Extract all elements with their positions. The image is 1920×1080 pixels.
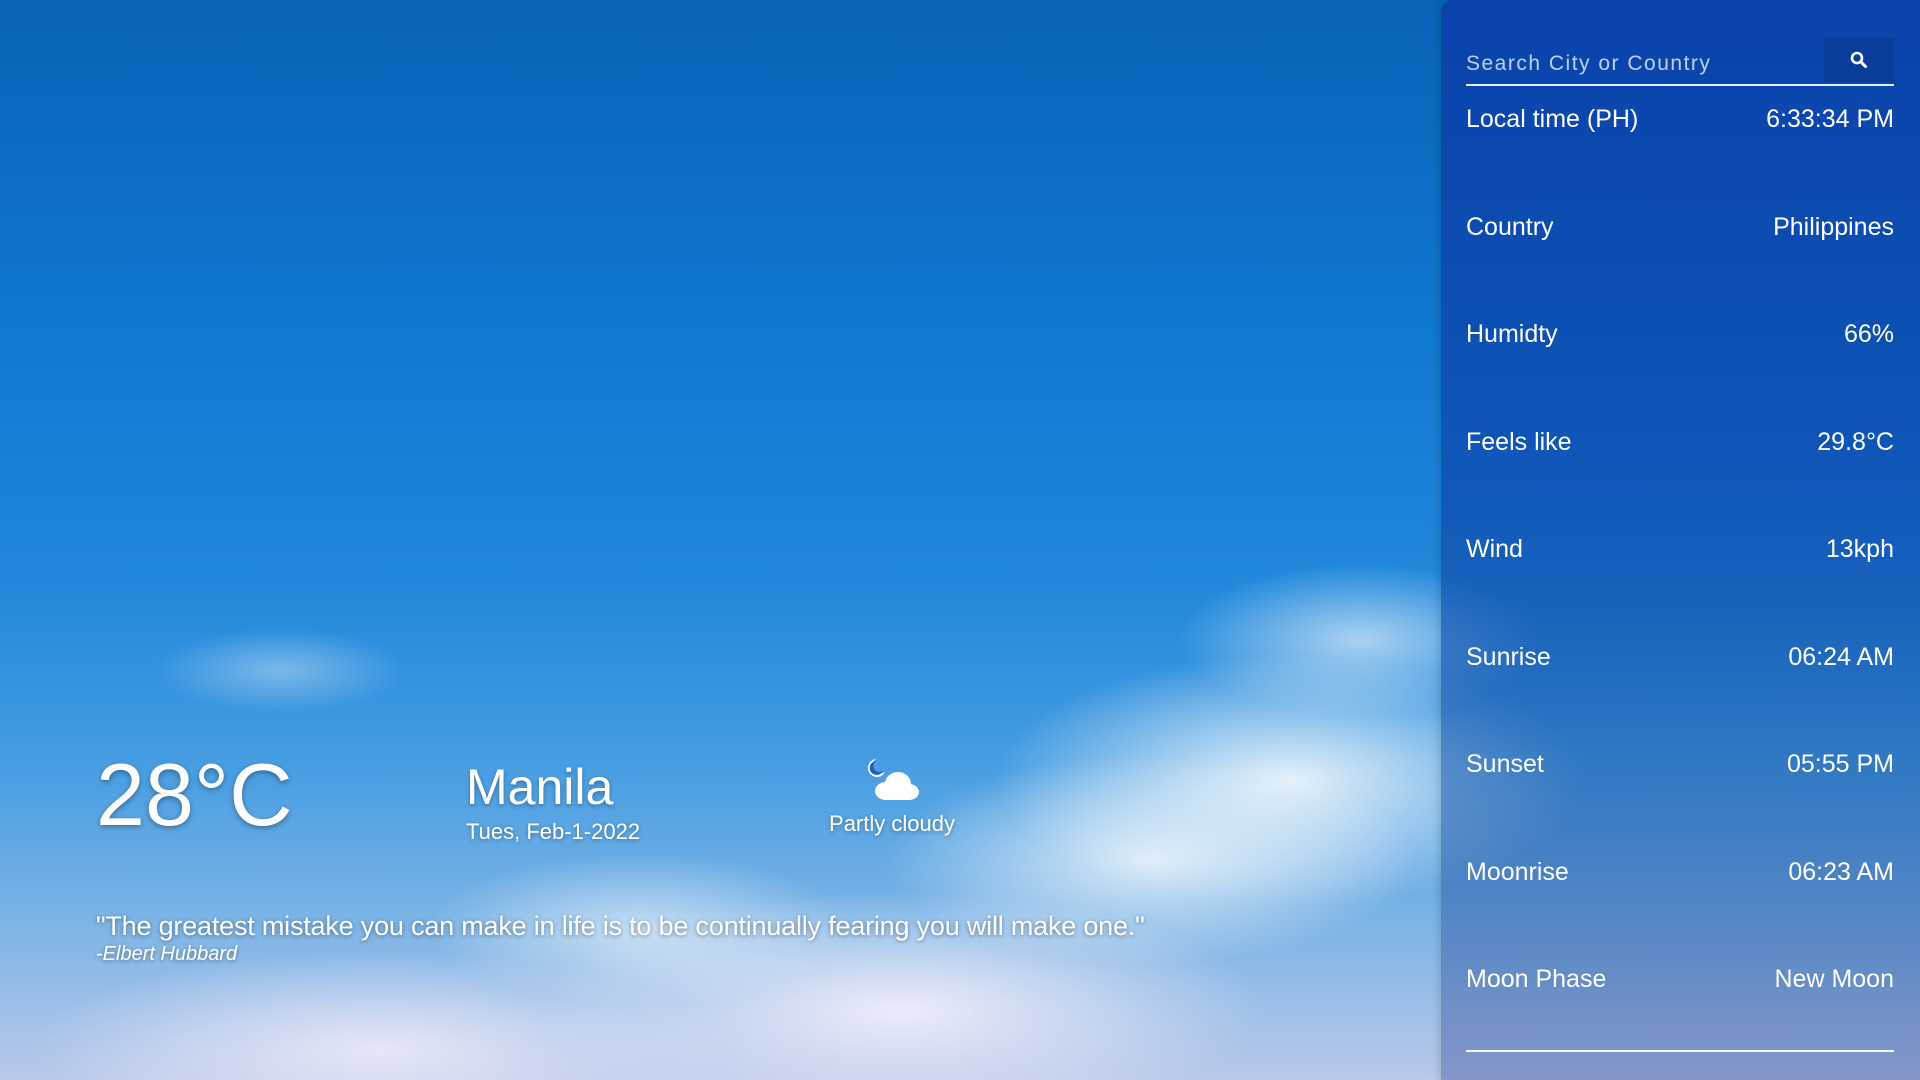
detail-row-moonrise: Moonrise 06:23 AM — [1466, 849, 1894, 957]
partly-cloudy-night-icon — [867, 759, 919, 800]
quote-text: "The greatest mistake you can make in li… — [96, 911, 1145, 941]
detail-label: Feels like — [1466, 427, 1572, 456]
detail-label: Wind — [1466, 535, 1523, 563]
condition-text: Partly cloudy — [829, 811, 955, 836]
detail-label: Sunrise — [1466, 642, 1551, 671]
detail-row-country: Country Philippines — [1466, 204, 1894, 312]
detail-value: 06:23 AM — [1788, 857, 1894, 886]
detail-row-sunrise: Sunrise 06:24 AM — [1466, 634, 1894, 742]
quote: "The greatest mistake you can make in li… — [96, 910, 1145, 966]
weather-condition: Partly cloudy — [822, 755, 962, 837]
location: Manila Tues, Feb-1-2022 — [466, 759, 640, 845]
detail-value: 13kph — [1825, 535, 1894, 563]
detail-row-wind: Wind 13kph — [1466, 526, 1894, 634]
detail-label: Moonrise — [1466, 857, 1569, 886]
search-bar — [1466, 38, 1894, 86]
date: Tues, Feb-1-2022 — [466, 819, 641, 844]
city-name: Manila — [466, 759, 614, 815]
search-input[interactable] — [1466, 46, 1826, 82]
detail-value: New Moon — [1774, 965, 1895, 993]
search-button[interactable] — [1824, 38, 1894, 82]
details-sidebar: Local time (PH) 6:33:34 PM Country Phili… — [1441, 0, 1920, 1080]
detail-value: 05:55 PM — [1786, 750, 1894, 778]
detail-row-feels-like: Feels like 29.8°C — [1466, 419, 1894, 527]
detail-value: 06:24 AM — [1788, 642, 1894, 671]
detail-label: Moon Phase — [1466, 965, 1607, 993]
detail-label: Country — [1466, 212, 1554, 241]
detail-value: 66% — [1843, 320, 1894, 348]
weather-details: Local time (PH) 6:33:34 PM Country Phili… — [1466, 96, 1894, 1064]
detail-value: 6:33:34 PM — [1766, 105, 1894, 133]
detail-row-humidity: Humidty 66% — [1466, 311, 1894, 419]
detail-row-moon-phase: Moon Phase New Moon — [1466, 956, 1894, 1064]
detail-value: 29.8°C — [1817, 427, 1894, 456]
search-icon — [1850, 51, 1867, 68]
temperature: 28°C — [96, 745, 293, 844]
sidebar-divider — [1466, 1050, 1894, 1052]
detail-label: Local time (PH) — [1466, 105, 1639, 133]
detail-value: Philippines — [1773, 212, 1894, 241]
quote-author: -Elbert Hubbard — [96, 943, 238, 965]
detail-row-sunset: Sunset 05:55 PM — [1466, 741, 1894, 849]
detail-label: Sunset — [1466, 750, 1544, 778]
detail-row-local-time: Local time (PH) 6:33:34 PM — [1466, 96, 1894, 204]
detail-label: Humidty — [1466, 320, 1558, 348]
